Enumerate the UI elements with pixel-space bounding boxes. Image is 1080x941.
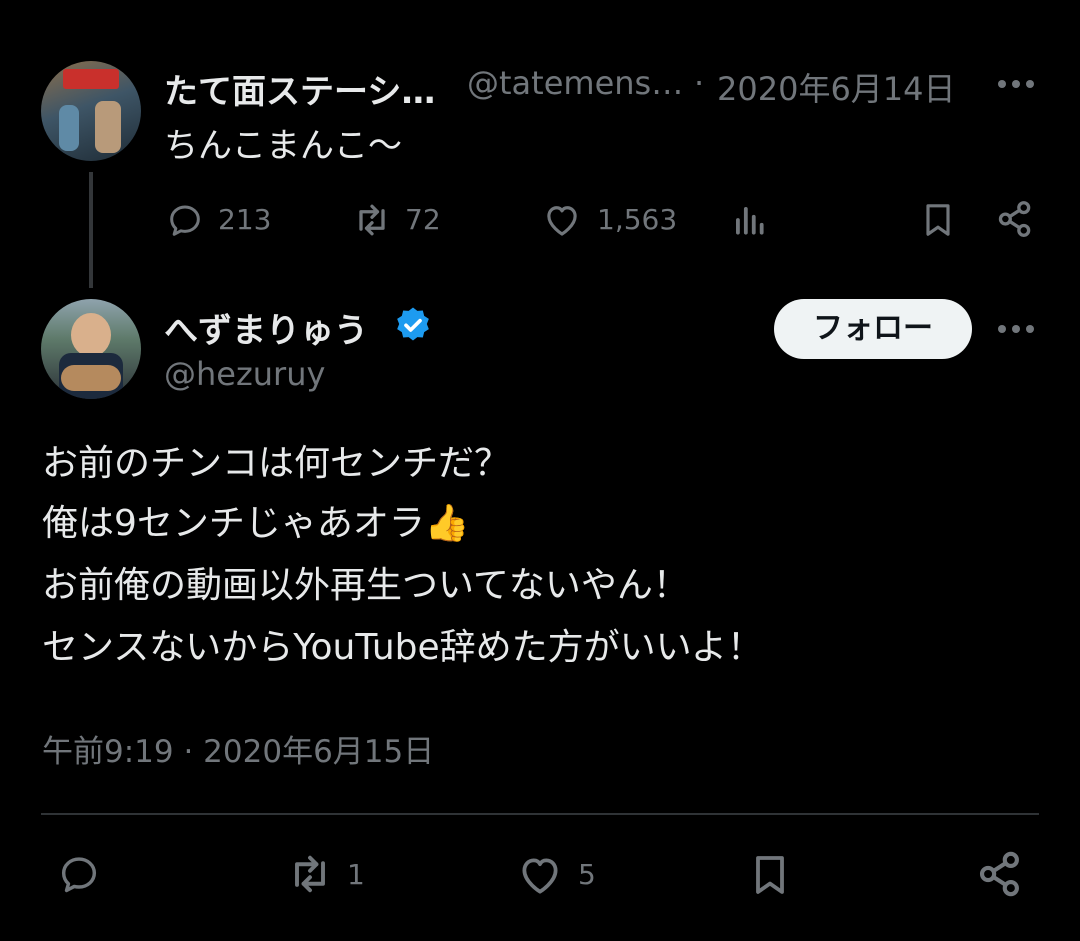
follow-button[interactable]: フォロー: [774, 299, 972, 359]
parent-author-name[interactable]: たて面ステーシ…: [164, 64, 435, 113]
like-count: 5: [578, 858, 596, 891]
like-icon[interactable]: [514, 850, 566, 900]
reply-icon[interactable]: [54, 851, 104, 897]
tweet-text-line: お前俺の動画以外再生ついてないやん！: [42, 565, 689, 606]
tweet-text-line: 俺は9センチじゃあオラ👍: [42, 494, 470, 554]
parent-views-icon[interactable]: [730, 201, 768, 239]
parent-meta-separator: ·: [694, 64, 705, 102]
parent-repost-count: 72: [405, 203, 441, 236]
tweet-text-line: お前のチンコは何センチだ？: [42, 443, 511, 484]
parent-author-handle[interactable]: @tatemens…: [467, 64, 683, 102]
main-author-name[interactable]: へずまりゅう: [164, 303, 368, 352]
thread-connector-line: [89, 172, 93, 288]
repost-count: 1: [347, 858, 365, 891]
parent-like-icon[interactable]: [540, 199, 584, 241]
tweet-text-segment: 俺は9センチじゃあオラ: [42, 503, 425, 544]
parent-author-avatar[interactable]: [41, 61, 141, 161]
parent-reply-icon[interactable]: [164, 200, 206, 240]
tweet-text-line: センスないからYouTube辞めた方がいいよ！: [42, 627, 763, 668]
action-bar-divider: [41, 813, 1039, 815]
main-author-avatar[interactable]: [41, 299, 141, 399]
thumbs-up-emoji: 👍: [424, 503, 470, 544]
main-author-handle[interactable]: @hezuruy: [164, 355, 325, 393]
verified-badge-icon: [393, 305, 433, 345]
parent-share-icon[interactable]: [994, 198, 1036, 240]
repost-icon[interactable]: [283, 848, 337, 900]
parent-more-icon[interactable]: [996, 72, 1036, 96]
parent-bookmark-icon[interactable]: [918, 199, 958, 241]
share-icon[interactable]: [974, 848, 1026, 900]
main-more-icon[interactable]: [996, 317, 1036, 341]
parent-reply-count: 213: [218, 203, 272, 236]
tweet-timestamp[interactable]: 午前9:19 · 2020年6月15日: [42, 726, 434, 771]
parent-repost-icon[interactable]: [349, 198, 395, 242]
parent-tweet-text: ちんこまんこ〜: [164, 126, 402, 166]
parent-like-count: 1,563: [597, 203, 678, 236]
parent-tweet-date[interactable]: 2020年6月14日: [717, 64, 956, 110]
bookmark-icon[interactable]: [746, 849, 794, 901]
